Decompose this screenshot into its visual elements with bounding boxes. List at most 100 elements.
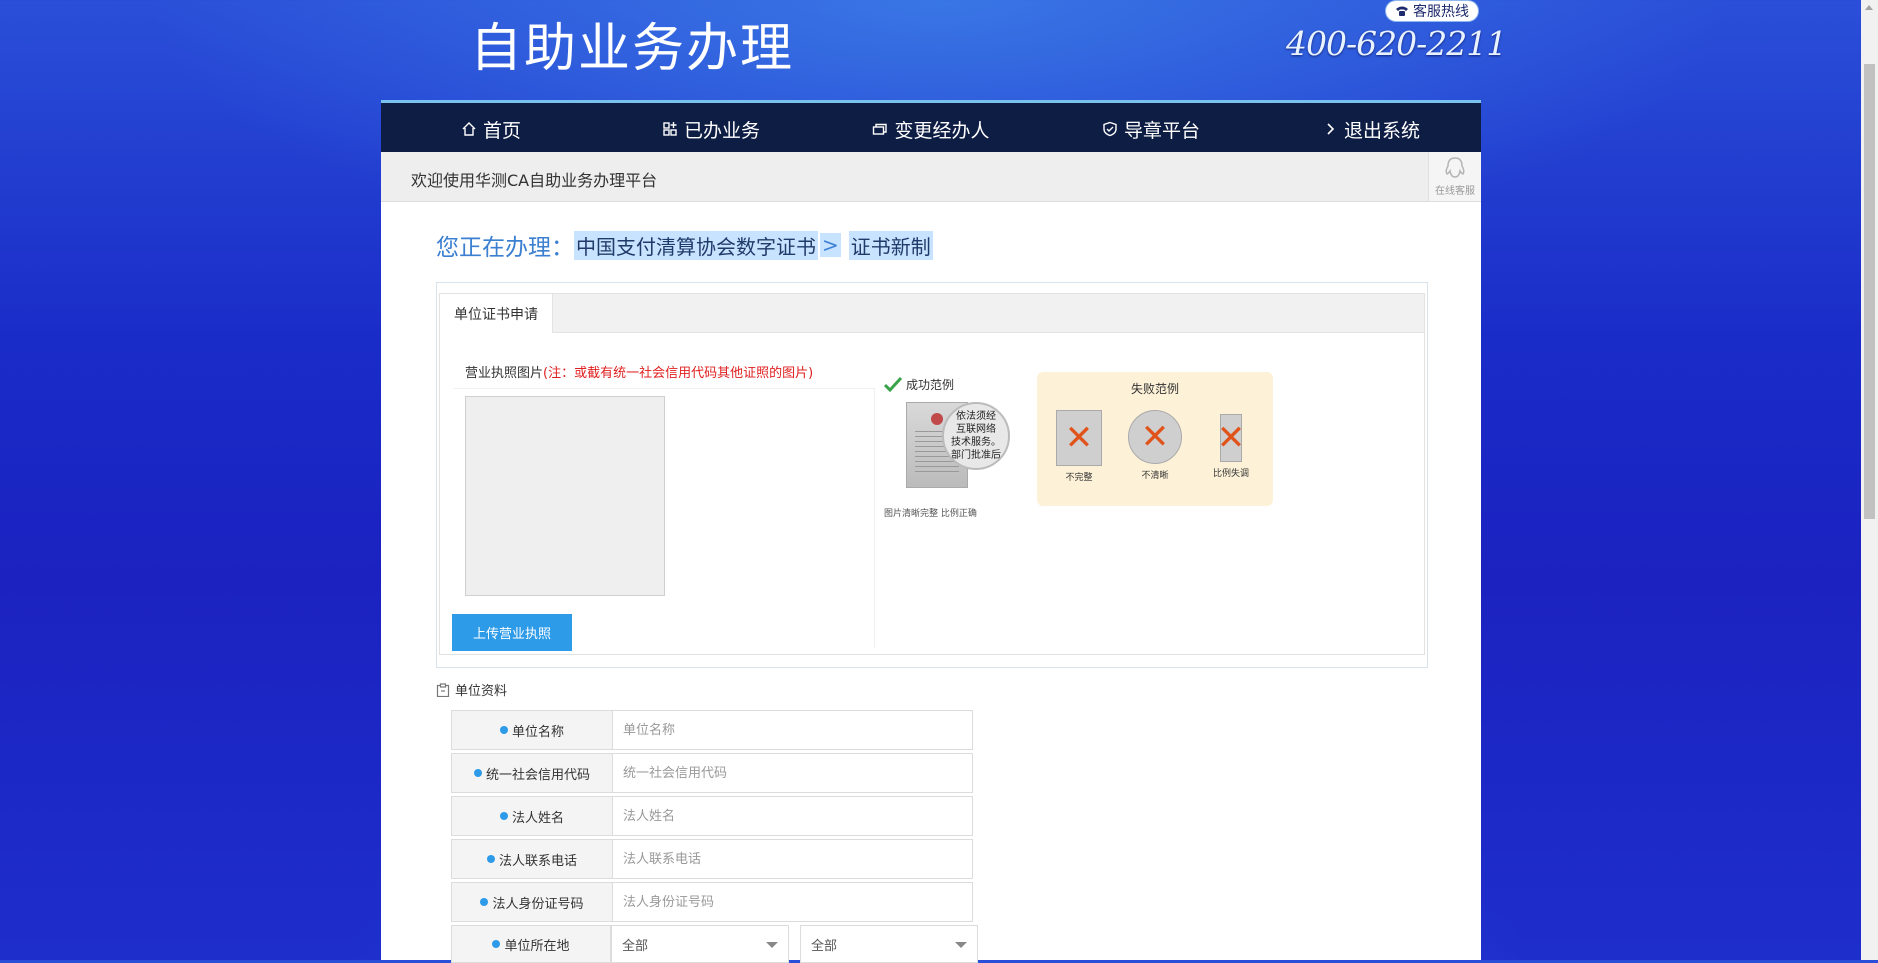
unit-name-input[interactable] bbox=[613, 711, 972, 749]
field-label-text: 单位所在地 bbox=[504, 938, 570, 954]
credit-code-input[interactable] bbox=[613, 754, 972, 792]
certificate-panel: 单位证书申请 营业执照图片(注：或截有统一社会信用代码其他证照的图片) 上传营业… bbox=[436, 282, 1428, 668]
fail-thumbnail: ✕ bbox=[1056, 410, 1102, 466]
content-card: 欢迎使用华测CA自助业务办理平台 在线客服 您正在办理： 中国支付清算协会数字证… bbox=[381, 152, 1481, 963]
province-select[interactable]: 全部 bbox=[611, 925, 789, 963]
section-title-text: 单位资料 bbox=[455, 684, 508, 699]
shield-check-icon bbox=[1103, 121, 1117, 137]
processing-action: 证书新制 bbox=[848, 230, 933, 260]
page-scrollbar[interactable] bbox=[1861, 0, 1878, 960]
chevron-right-icon bbox=[1327, 123, 1335, 135]
zoom-magnifier: 依法须经 互联网络 技术服务。 部门批准后 bbox=[942, 402, 1010, 470]
cross-icon: ✕ bbox=[1140, 417, 1170, 457]
license-image-preview[interactable] bbox=[465, 396, 665, 596]
upload-license-button[interactable]: 上传营业执照 bbox=[452, 614, 572, 651]
select-value: 全部 bbox=[622, 938, 649, 954]
success-example: 成功范例 依法须经 互联网络 技术服务。 部门批准后 图片清晰完整 比例正确 bbox=[884, 376, 1034, 526]
nav-item-seal-platform[interactable]: 导章平台 bbox=[1041, 103, 1261, 155]
field-label: 法人身份证号码 bbox=[452, 883, 613, 921]
nav-item-completed[interactable]: 已办业务 bbox=[601, 103, 821, 155]
required-dot-icon bbox=[499, 812, 508, 820]
nav-item-home[interactable]: 首页 bbox=[381, 103, 601, 155]
home-icon bbox=[462, 122, 476, 136]
form-row: 法人联系电话 bbox=[451, 839, 973, 879]
qq-penguin-icon bbox=[1445, 157, 1465, 178]
field-label-text: 法人联系电话 bbox=[498, 853, 577, 869]
cross-icon: ✕ bbox=[1216, 418, 1246, 458]
required-dot-icon bbox=[480, 898, 489, 906]
apps-icon bbox=[663, 122, 677, 136]
field-label-text: 法人姓名 bbox=[511, 810, 564, 826]
scroll-up-icon[interactable] bbox=[1865, 5, 1873, 10]
divider bbox=[454, 388, 874, 389]
nav-item-label: 变更经办人 bbox=[894, 119, 990, 142]
fail-caption: 不完整 bbox=[1065, 473, 1093, 483]
success-label-text: 成功范例 bbox=[906, 378, 955, 392]
fail-item-incomplete: ✕ 不完整 bbox=[1049, 410, 1109, 483]
fail-example: 失败范例 ✕ 不完整 ✕ 不清晰 ✕ 比例失调 bbox=[1037, 372, 1273, 506]
nav-item-label: 退出系统 bbox=[1343, 119, 1420, 142]
fail-caption: 比例失调 bbox=[1212, 469, 1249, 479]
fail-item-wrong-ratio: ✕ 比例失调 bbox=[1201, 410, 1261, 480]
nav-item-logout[interactable]: 退出系统 bbox=[1261, 103, 1481, 155]
required-dot-icon bbox=[492, 940, 501, 948]
nav-item-label: 导章平台 bbox=[1123, 119, 1200, 142]
zoom-line: 互联网络 bbox=[956, 424, 996, 435]
upload-label: 营业执照图片(注：或截有统一社会信用代码其他证照的图片) bbox=[465, 362, 813, 381]
form-row: 法人身份证号码 bbox=[451, 882, 973, 922]
welcome-text: 欢迎使用华测CA自助业务办理平台 bbox=[411, 171, 658, 190]
field-label-text: 统一社会信用代码 bbox=[485, 767, 590, 783]
processing-prefix: 您正在办理： bbox=[436, 235, 574, 261]
zoom-line: 部门批准后 bbox=[951, 450, 1001, 461]
fail-thumbnail: ✕ bbox=[1128, 410, 1182, 464]
hotline-badge: 客服热线 bbox=[1386, 1, 1478, 21]
hotline-number: 400-620-2211 bbox=[1286, 24, 1507, 63]
processing-item: 中国支付清算协会数字证书 bbox=[574, 230, 818, 260]
zoom-line: 依法须经 bbox=[956, 411, 996, 422]
field-label: 法人联系电话 bbox=[452, 840, 613, 878]
change-person-icon bbox=[873, 123, 888, 135]
welcome-bar: 欢迎使用华测CA自助业务办理平台 在线客服 bbox=[381, 152, 1481, 202]
section-title: 单位资料 bbox=[436, 680, 507, 699]
required-dot-icon bbox=[499, 726, 508, 734]
scrollbar-thumb[interactable] bbox=[1864, 64, 1875, 519]
form-row-location: 单位所在地 全部 全部 bbox=[451, 925, 978, 963]
processing-separator: > bbox=[820, 233, 841, 257]
field-label: 法人姓名 bbox=[452, 797, 613, 835]
nav-item-label: 首页 bbox=[482, 119, 521, 142]
tab-unit-certificate[interactable]: 单位证书申请 bbox=[440, 294, 553, 333]
phone-icon bbox=[1396, 6, 1408, 16]
processing-breadcrumb: 您正在办理： 中国支付清算协会数字证书 > 证书新制 bbox=[436, 228, 933, 262]
fail-thumbnail: ✕ bbox=[1216, 414, 1246, 462]
tab-bar: 单位证书申请 bbox=[440, 294, 1424, 333]
chevron-down-icon bbox=[766, 942, 778, 948]
upload-note: (注：或截有统一社会信用代码其他证照的图片) bbox=[543, 366, 814, 381]
upload-label-text: 营业执照图片 bbox=[465, 366, 544, 381]
field-label-text: 法人身份证号码 bbox=[492, 896, 584, 912]
nav-item-label: 已办业务 bbox=[683, 119, 760, 142]
field-label: 统一社会信用代码 bbox=[452, 754, 613, 792]
clipboard-icon bbox=[436, 682, 450, 697]
zoom-line: 技术服务。 bbox=[951, 437, 1001, 448]
main-nav: 首页 已办业务 变更经办人 导章平台 退出系统 bbox=[381, 100, 1481, 155]
field-label: 单位所在地 bbox=[451, 925, 611, 963]
city-select[interactable]: 全部 bbox=[800, 925, 978, 963]
required-dot-icon bbox=[486, 855, 495, 863]
certificate-panel-inner: 单位证书申请 营业执照图片(注：或截有统一社会信用代码其他证照的图片) 上传营业… bbox=[439, 293, 1425, 655]
seal-icon bbox=[931, 413, 943, 425]
chevron-down-icon bbox=[955, 942, 967, 948]
cross-icon: ✕ bbox=[1064, 418, 1094, 458]
form-row: 单位名称 bbox=[451, 710, 973, 750]
fail-item-blurry: ✕ 不清晰 bbox=[1125, 410, 1185, 481]
nav-item-change-agent[interactable]: 变更经办人 bbox=[821, 103, 1041, 155]
legal-person-name-input[interactable] bbox=[613, 797, 972, 835]
legal-person-id-input[interactable] bbox=[613, 883, 972, 921]
hotline-label: 客服热线 bbox=[1413, 4, 1469, 20]
form-row: 统一社会信用代码 bbox=[451, 753, 973, 793]
online-service-label: 在线客服 bbox=[1435, 186, 1475, 197]
legal-person-phone-input[interactable] bbox=[613, 840, 972, 878]
success-label: 成功范例 bbox=[884, 376, 954, 393]
online-service-button[interactable]: 在线客服 bbox=[1428, 152, 1481, 201]
fail-caption: 不清晰 bbox=[1141, 471, 1169, 481]
field-label-text: 单位名称 bbox=[511, 724, 564, 740]
